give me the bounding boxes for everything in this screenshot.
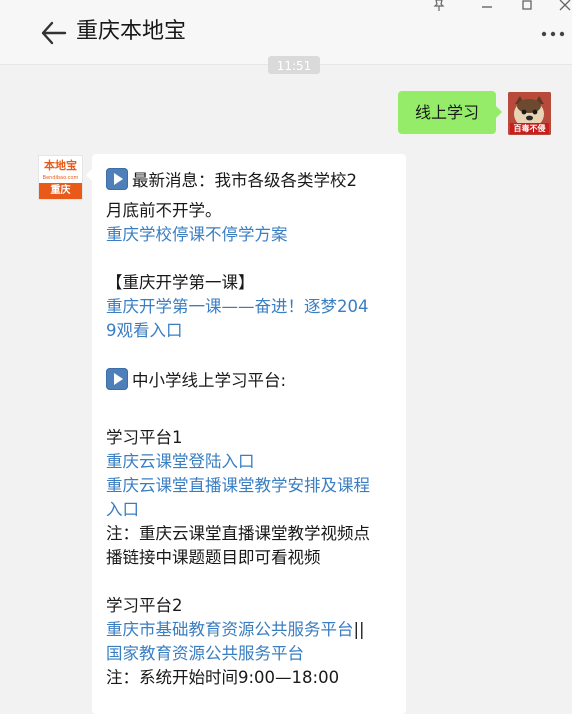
- more-button[interactable]: [540, 24, 566, 44]
- pin-icon[interactable]: [432, 0, 446, 11]
- bendibao-logo-sub: Bendibao.com: [42, 175, 79, 181]
- bot-avatar[interactable]: 本地宝 Bendibao.com 重庆: [38, 155, 83, 200]
- separator-text: ||: [353, 620, 365, 639]
- platform-label: 学习平台1: [106, 428, 183, 447]
- arrow-left-icon: [41, 21, 67, 45]
- message-timestamp: 11:51: [268, 56, 320, 74]
- section-heading: 【重庆开学第一课】: [106, 273, 255, 292]
- user-avatar[interactable]: 百毒不侵: [508, 92, 551, 135]
- back-button[interactable]: [40, 20, 68, 46]
- note-text: 播链接中课题题目即可看视频: [106, 548, 321, 567]
- avatar-badge-text: 百毒不侵: [510, 123, 549, 134]
- maximize-icon[interactable]: [520, 0, 534, 10]
- play-button-emoji-icon: [106, 368, 128, 390]
- play-button-emoji-icon: [106, 168, 128, 190]
- link-cloud-class-schedule[interactable]: 重庆云课堂直播课堂教学安排及课程: [106, 474, 396, 498]
- page-title: 重庆本地宝: [76, 19, 187, 44]
- note-text: 注：系统开始时间9:00—18:00: [106, 668, 340, 687]
- link-first-lesson[interactable]: 重庆开学第一课——奋进！逐梦204: [106, 295, 396, 319]
- link-first-lesson-cont[interactable]: 9观看入口: [106, 319, 396, 343]
- link-national-edu-platform[interactable]: 国家教育资源公共服务平台: [106, 642, 396, 666]
- message-line: 中小学线上学习平台:: [106, 368, 396, 393]
- message-line: 重庆市基础教育资源公共服务平台||: [106, 618, 396, 642]
- minimize-icon[interactable]: [480, 0, 494, 8]
- message-line: 月底前不开学。: [106, 201, 222, 220]
- link-school-plan[interactable]: 重庆学校停课不停学方案: [106, 223, 396, 247]
- more-dots-icon: [541, 31, 565, 37]
- platform-label: 学习平台2: [106, 596, 183, 615]
- bot-avatar-city: 重庆: [39, 183, 82, 199]
- link-cloud-class-schedule-cont[interactable]: 入口: [106, 498, 396, 522]
- link-chongqing-edu-platform[interactable]: 重庆市基础教育资源公共服务平台: [106, 620, 354, 639]
- close-icon[interactable]: [558, 0, 572, 11]
- message-line: 最新消息：我市各级各类学校2: [106, 168, 396, 193]
- bot-message-bubble: 最新消息：我市各级各类学校2 月底前不开学。 重庆学校停课不停学方案 【重庆开学…: [86, 154, 406, 714]
- note-text: 注：重庆云课堂直播课堂教学视频点: [106, 524, 370, 543]
- user-message-bubble[interactable]: 线上学习: [398, 91, 502, 134]
- link-cloud-class-login[interactable]: 重庆云课堂登陆入口: [106, 450, 396, 474]
